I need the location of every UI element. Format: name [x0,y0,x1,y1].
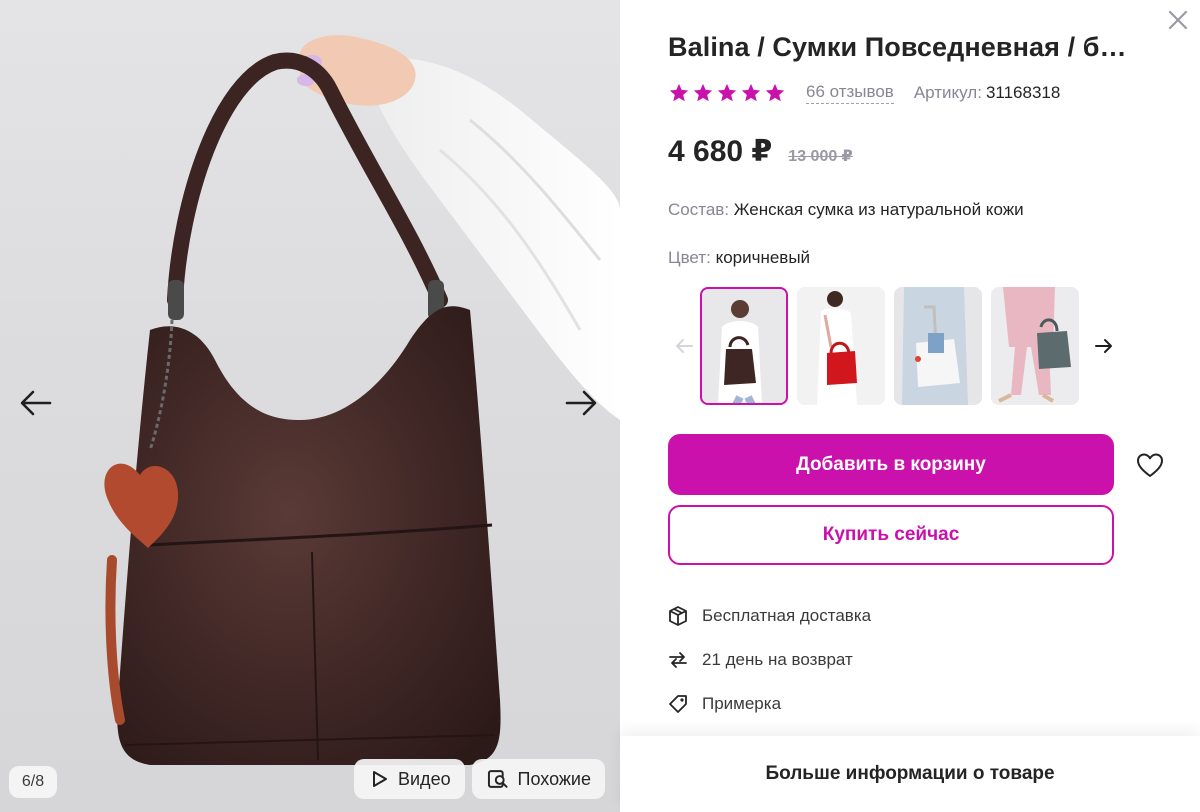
product-details-panel: Balina / Сумки Повседневная / б… 66 отзы… [620,0,1200,812]
thumbnail-image [894,287,982,405]
star-icon [693,83,713,102]
return-arrows-icon [669,652,687,668]
feature-free-delivery: Бесплатная доставка [666,594,871,638]
product-gallery: 6/8 Видео Похожие [0,0,620,812]
feature-label: Бесплатная доставка [702,606,872,625]
thumbnail-image [700,287,788,405]
star-icon [741,83,761,102]
video-label: Видео [398,768,451,789]
thumbnail-grey-bag[interactable] [991,287,1079,405]
star-icon [669,83,689,102]
thumbs-prev-button[interactable] [668,326,700,366]
gallery-next-button[interactable] [559,381,603,425]
star-icon [765,83,785,102]
color-value: коричневый [715,248,811,267]
features-list: Бесплатная доставка 21 день на возврат П… [666,594,871,726]
reviews-link[interactable]: 66 отзывов [806,82,894,104]
thumbnail-image [797,287,885,405]
product-main-photo [104,35,620,765]
more-info-button[interactable]: Больше информации о товаре [620,736,1200,812]
similar-button[interactable]: Похожие [472,759,605,799]
feature-label: 21 день на возврат [702,650,853,669]
buy-now-button[interactable]: Купить сейчас [668,505,1114,565]
rating-row: 66 отзывов Артикул: 31168318 [668,82,1060,104]
arrow-right-icon [1095,339,1112,353]
thumbnail-white-bag[interactable] [894,287,982,405]
thumbnail-brown-bag[interactable] [700,287,788,405]
article-label: Артикул: [913,83,982,102]
color-label: Цвет: [668,248,711,267]
box-icon [669,606,687,626]
search-similar-icon [487,770,508,788]
similar-label: Похожие [517,768,591,789]
play-icon [373,771,387,787]
gallery-counter: 6/8 [9,766,57,798]
composition-label: Состав: [668,200,730,219]
feature-label: Примерка [702,694,782,713]
color-thumbnails [668,287,1120,405]
arrow-left-icon [20,390,52,416]
thumbnail-red-bag[interactable] [797,287,885,405]
gallery-prev-button[interactable] [14,381,58,425]
star-icon [717,83,737,102]
composition-value: Женская сумка из натуральной кожи [733,200,1024,219]
rating-stars [668,82,786,104]
composition-row: Состав: Женская сумка из натуральной кож… [668,200,1024,220]
heart-icon[interactable] [1134,449,1166,481]
price-row: 4 680 ₽ 13 000 ₽ [668,134,853,169]
product-title: Balina / Сумки Повседневная / б… [668,32,1127,62]
color-row: Цвет: коричневый [668,248,810,268]
close-icon[interactable] [1166,8,1190,32]
thumbnail-image [991,287,1079,405]
article-value: 31168318 [985,83,1061,102]
tag-icon [669,695,687,713]
feature-fitting: Примерка [666,682,871,726]
old-price: 13 000 ₽ [788,148,853,165]
video-button[interactable]: Видео [354,759,465,799]
thumbs-next-button[interactable] [1088,326,1120,366]
feature-return: 21 день на возврат [666,638,871,682]
arrow-right-icon [565,390,597,416]
current-price: 4 680 ₽ [668,135,773,168]
arrow-left-icon [676,339,693,353]
add-to-cart-button[interactable]: Добавить в корзину [668,434,1114,495]
